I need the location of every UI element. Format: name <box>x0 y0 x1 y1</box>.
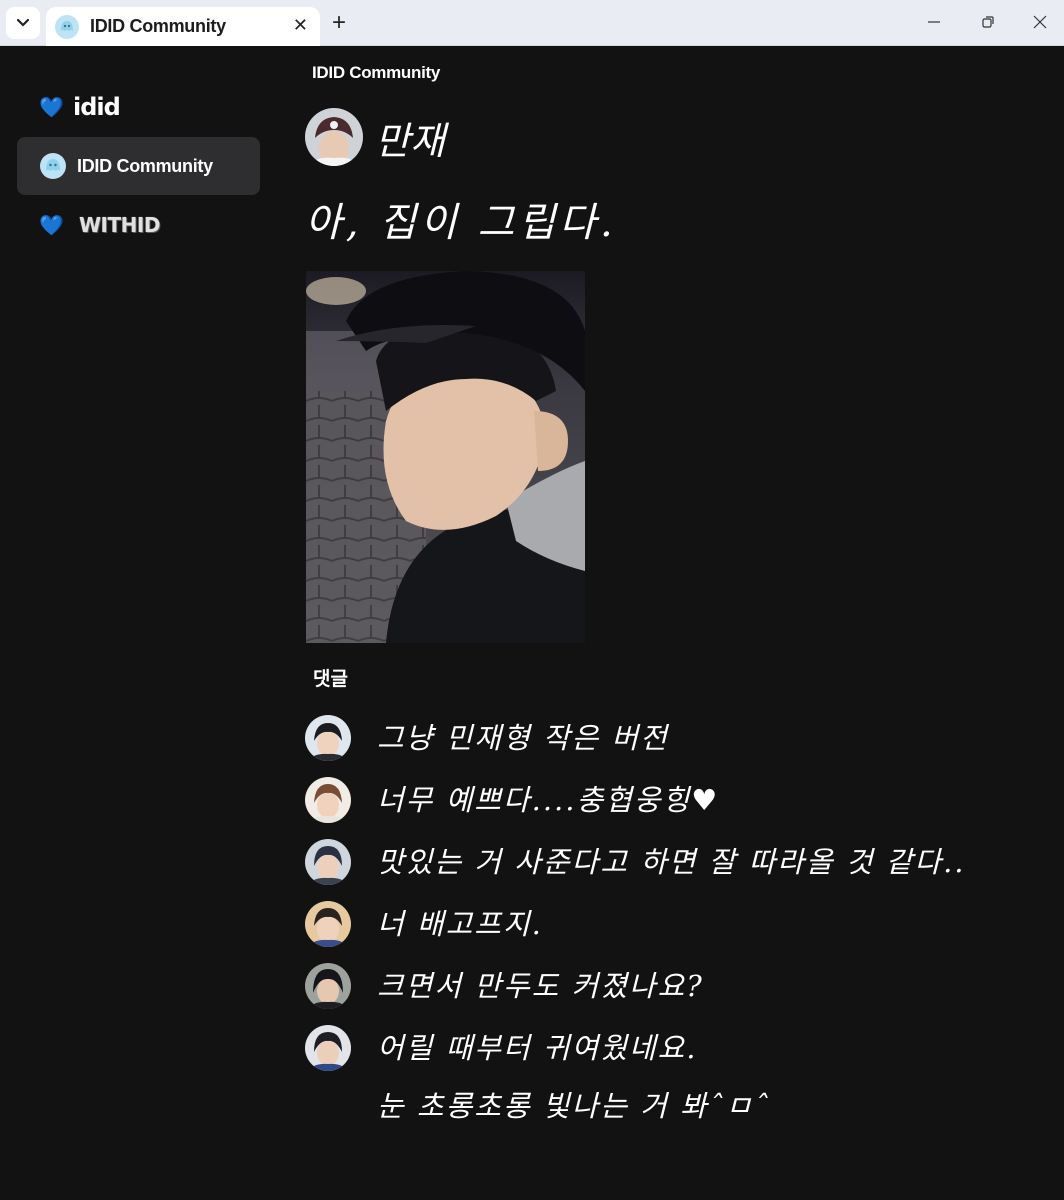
avatar[interactable] <box>305 108 363 166</box>
author-name: 만재 <box>375 118 445 163</box>
comment-item: 그냥 민재형 작은 버전 <box>305 715 669 767</box>
close-icon <box>1033 15 1047 29</box>
comments-heading: 댓글 <box>313 669 348 690</box>
avatar[interactable] <box>305 715 351 761</box>
restore-icon <box>982 16 994 28</box>
heart-icon: 💙 <box>39 96 64 119</box>
tab-list-button[interactable] <box>6 7 40 39</box>
browser-tab[interactable]: IDID Community ✕ <box>46 7 320 46</box>
sidebar-item-idid-community[interactable]: IDID Community <box>17 137 260 195</box>
page-title: IDID Community <box>312 63 441 82</box>
close-tab-icon[interactable]: ✕ <box>293 15 308 35</box>
comment-item: 너무 예쁘다....충협웅힝♥ <box>305 777 719 829</box>
post-photo[interactable] <box>306 271 585 643</box>
comment-text: 너 배고프지. <box>377 907 543 941</box>
sidebar-item-label: IDID Community <box>77 155 213 176</box>
avatar[interactable] <box>305 963 351 1009</box>
comment-text: 크면서 만두도 커졌나요? <box>377 969 704 1003</box>
new-tab-button[interactable]: + <box>332 9 346 37</box>
close-window-button[interactable] <box>1030 12 1050 32</box>
comment-line: 눈 초롱초롱 빛나는 거 봐ˆㅁˆ <box>377 1089 771 1123</box>
ghost-icon <box>55 14 79 39</box>
avatar[interactable] <box>305 1025 351 1071</box>
comment-text: 그냥 민재형 작은 버전 <box>377 721 669 755</box>
sidebar-item-withid[interactable]: 💙 WITHID <box>17 196 260 254</box>
avatar[interactable] <box>305 901 351 947</box>
sidebar: 💙 idid IDID Community 💙 WITHID <box>0 46 280 1200</box>
withid-logo: WITHID <box>79 213 160 237</box>
comment-text: 어릴 때부터 귀여웠네요. 눈 초롱초롱 빛나는 거 봐ˆㅁˆ <box>377 1019 770 1135</box>
minimize-icon <box>928 21 940 23</box>
ghost-icon <box>40 153 66 179</box>
avatar[interactable] <box>305 777 351 823</box>
minimize-button[interactable] <box>924 12 944 32</box>
comment-text: 맛있는 거 사준다고 하면 잘 따라올 것 같다.. <box>377 845 966 879</box>
heart-icon: 💙 <box>39 214 64 237</box>
tab-title: IDID Community <box>90 16 226 36</box>
browser-titlebar: IDID Community ✕ + <box>0 0 1064 46</box>
comment-line: 어릴 때부터 귀여웠네요. <box>377 1031 698 1065</box>
restore-button[interactable] <box>978 12 998 32</box>
comment-item: 맛있는 거 사준다고 하면 잘 따라올 것 같다.. <box>305 839 966 891</box>
comment-item: 크면서 만두도 커졌나요? <box>305 963 704 1015</box>
comment-item: 너 배고프지. <box>305 901 543 953</box>
sidebar-item-idid[interactable]: 💙 idid <box>17 78 260 136</box>
post-text: 아, 집이 그립다. <box>305 200 617 246</box>
post-author: 만재 <box>305 108 445 166</box>
comment-item: 어릴 때부터 귀여웠네요. 눈 초롱초롱 빛나는 거 봐ˆㅁˆ <box>305 1025 770 1135</box>
idid-logo: idid <box>73 93 121 121</box>
avatar[interactable] <box>305 839 351 885</box>
chevron-down-icon <box>16 18 30 27</box>
comment-text: 너무 예쁘다....충협웅힝♥ <box>377 783 720 817</box>
